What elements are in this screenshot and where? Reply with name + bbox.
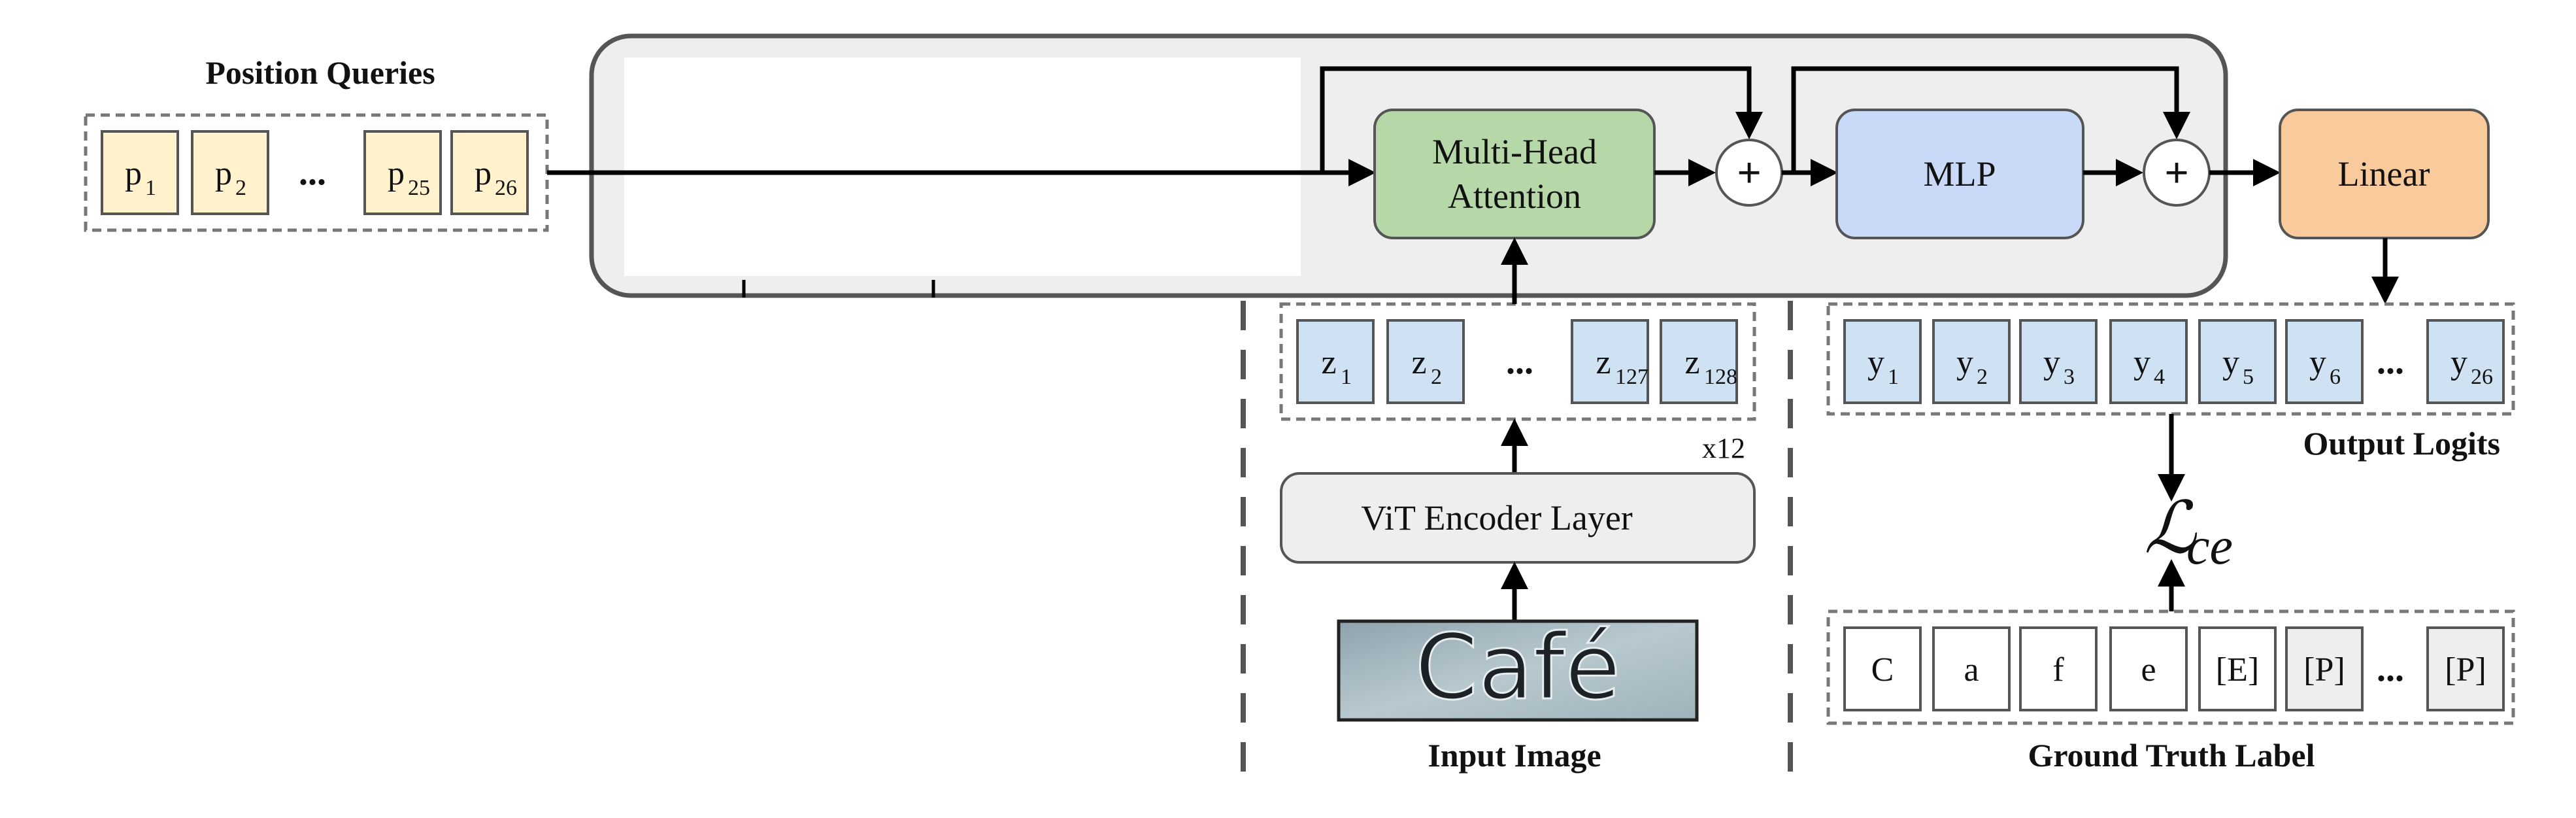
encoder-token-subscript: 2 xyxy=(1431,365,1442,389)
position-query-token-subscript: 1 xyxy=(145,176,156,200)
position-query-token-label: p xyxy=(475,155,492,192)
repeat-count: x12 xyxy=(1702,432,1745,464)
architecture-diagram: Position Queries p 1 p 2 p 25 p 26... Multi-Hea… xyxy=(84,33,2515,781)
ellipsis: ... xyxy=(299,152,326,193)
output-logit-subscript: 4 xyxy=(2154,365,2165,389)
ground-truth-token-label: [E] xyxy=(2216,651,2259,689)
position-queries-title: Position Queries xyxy=(205,54,435,91)
position-query-token-subscript: 26 xyxy=(495,176,517,200)
output-logit-subscript: 5 xyxy=(2243,365,2254,389)
plus-icon: + xyxy=(2164,149,2189,197)
output-logit-label: y xyxy=(2043,344,2060,381)
position-query-token-label: p xyxy=(388,155,405,192)
ground-truth-token-label: [P] xyxy=(2445,651,2486,689)
output-logit-label: y xyxy=(2451,344,2467,381)
position-query-token-label: p xyxy=(125,155,142,192)
attention-label-line2: Attention xyxy=(1448,177,1581,216)
output-tokens: y 1 y 2 y 3 y 4 y 5 y 6 y 26... xyxy=(1843,319,2505,404)
encoder-token-subscript: 127 xyxy=(1615,365,1648,389)
encoder-tokens: z 1 z 2 z 127 z 128... xyxy=(1296,319,1738,404)
position-query-token-label: p xyxy=(215,155,232,192)
ground-truth-caption: Ground Truth Label xyxy=(2028,737,2315,774)
blank-region xyxy=(624,58,1301,276)
encoder-token-label: z xyxy=(1596,344,1611,381)
output-logit-label: y xyxy=(1867,344,1884,381)
position-query-token-subscript: 2 xyxy=(235,176,246,200)
encoder-token-subscript: 1 xyxy=(1341,365,1352,389)
plus-icon: + xyxy=(1737,149,1762,197)
output-logit-label: y xyxy=(2133,344,2150,381)
output-logit-subscript: 3 xyxy=(2064,365,2075,389)
encoder-token-label: z xyxy=(1411,344,1426,381)
input-image-text: Café xyxy=(1415,615,1620,720)
linear-label: Linear xyxy=(2338,154,2430,194)
ellipsis: ... xyxy=(2377,649,2404,689)
encoder-token-label: z xyxy=(1684,344,1699,381)
output-logit-label: y xyxy=(1956,344,1973,381)
ground-truth-token-label: a xyxy=(1964,651,1979,689)
loss-subscript: ce xyxy=(2186,518,2233,575)
encoder-token-label: z xyxy=(1321,344,1336,381)
ellipsis: ... xyxy=(1506,341,1533,382)
output-logit-subscript: 6 xyxy=(2330,365,2341,389)
input-image-caption: Input Image xyxy=(1428,737,1601,774)
ground-truth-tokens: Ca f e [E] [P] [P]... xyxy=(1843,626,2505,711)
position-query-tokens: p 1 p 2 p 25 p 26... xyxy=(101,130,529,215)
mlp-label: MLP xyxy=(1923,154,1996,194)
position-query-token-subscript: 25 xyxy=(408,176,430,200)
output-logit-subscript: 26 xyxy=(2471,365,2493,389)
ellipsis: ... xyxy=(2377,341,2404,382)
ground-truth-token-label: e xyxy=(2141,651,2156,689)
vit-encoder-label: ViT Encoder Layer xyxy=(1361,498,1633,537)
output-logit-subscript: 1 xyxy=(1888,365,1899,389)
ground-truth-token-label: C xyxy=(1871,651,1894,689)
output-logit-subscript: 2 xyxy=(1977,365,1988,389)
encoder-token-subscript: 128 xyxy=(1704,365,1737,389)
ground-truth-token-label: [P] xyxy=(2303,651,2345,689)
multi-head-attention-block xyxy=(1373,109,1656,239)
output-logits-caption: Output Logits xyxy=(2303,425,2500,462)
output-logit-label: y xyxy=(2309,344,2326,381)
ground-truth-token-label: f xyxy=(2052,651,2064,689)
attention-label-line1: Multi-Head xyxy=(1432,132,1597,171)
output-logit-label: y xyxy=(2222,344,2239,381)
